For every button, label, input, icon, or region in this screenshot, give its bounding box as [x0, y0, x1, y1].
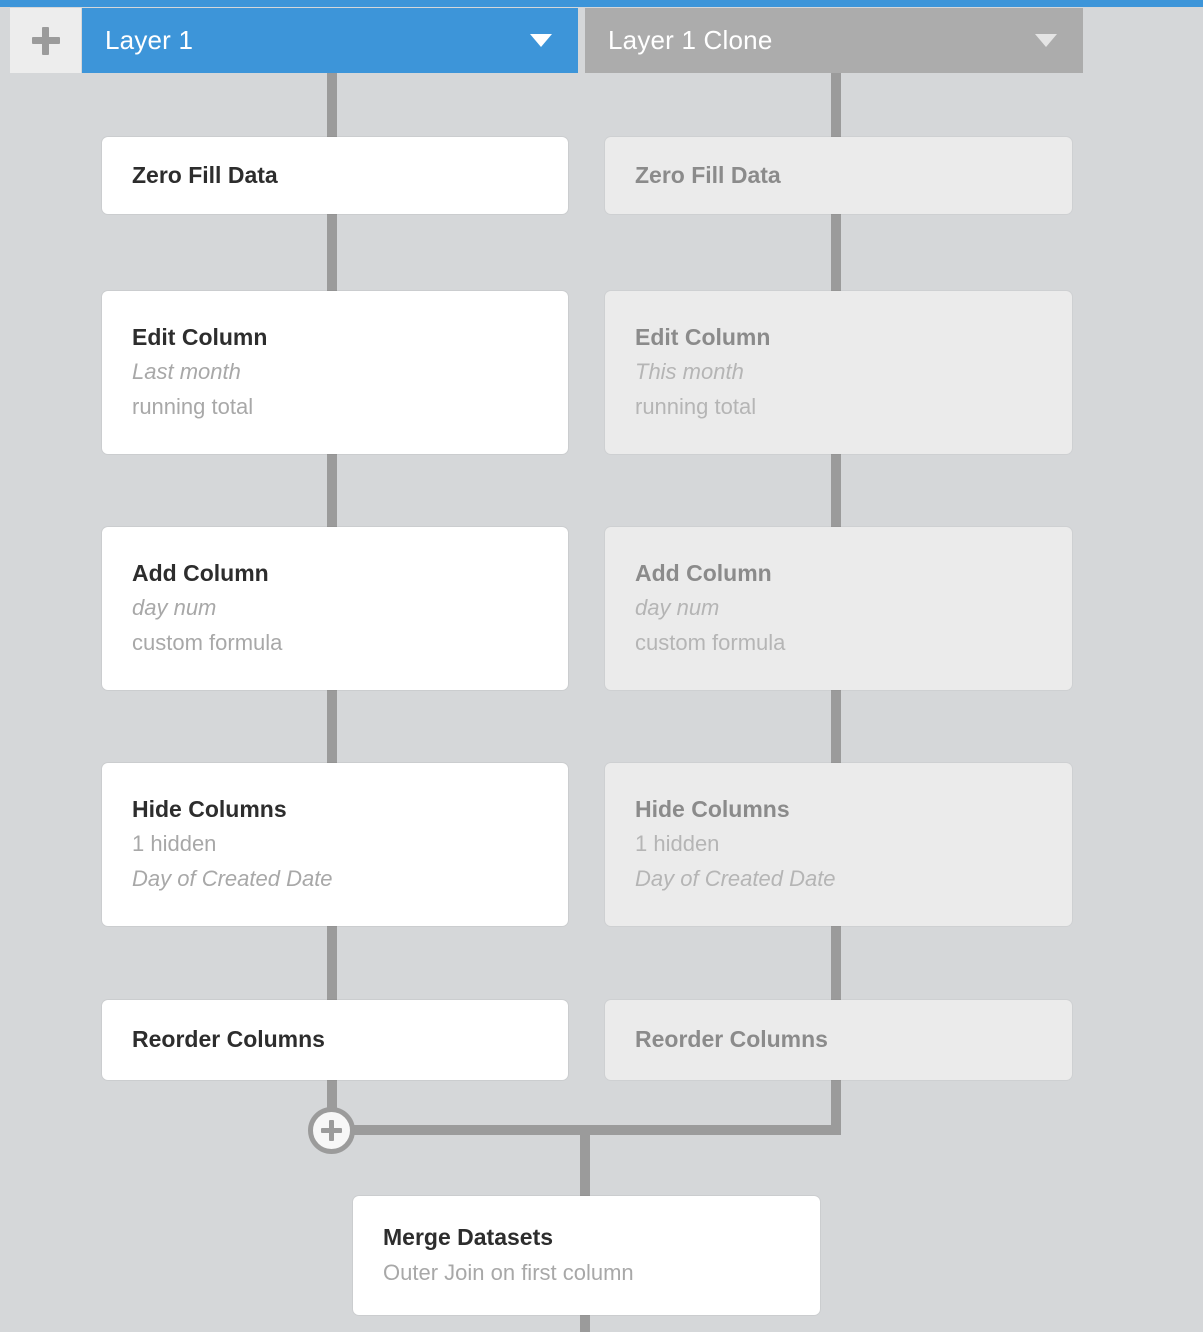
- node-title: Zero Fill Data: [635, 161, 781, 188]
- chevron-down-icon[interactable]: [1035, 34, 1057, 47]
- node-card-merge-datasets[interactable]: Merge Datasets Outer Join on first colum…: [353, 1196, 820, 1315]
- layer-tab-strip: Layer 1 Layer 1 Clone: [0, 7, 1203, 73]
- connector-right-step4-to-step5: [831, 921, 841, 1005]
- plus-icon: [31, 26, 60, 55]
- node-card-left-hide-columns[interactable]: Hide Columns 1 hidden Day of Created Dat…: [102, 763, 568, 926]
- connector-left-tab-to-step1: [327, 73, 337, 139]
- node-detail-primary: 1 hidden: [132, 830, 217, 856]
- node-title: Edit Column: [132, 323, 268, 350]
- connector-right-tab-to-step1: [831, 73, 841, 139]
- node-detail-secondary: Day of Created Date: [132, 866, 333, 892]
- node-detail-secondary: custom formula: [132, 630, 283, 656]
- chevron-down-icon[interactable]: [530, 34, 552, 47]
- node-detail-secondary: custom formula: [635, 630, 786, 656]
- node-detail-primary: day num: [635, 594, 720, 620]
- node-title: Hide Columns: [635, 795, 790, 822]
- add-merge-step-button[interactable]: [308, 1107, 355, 1154]
- tab-layer-1[interactable]: Layer 1: [82, 8, 578, 73]
- add-layer-button[interactable]: [10, 8, 81, 73]
- merge-bus-drop-to-merge: [580, 1128, 590, 1198]
- pipeline-canvas: Layer 1 Layer 1 Clone Zero Fill Data Edi…: [0, 0, 1203, 1332]
- tab-layer-1-clone-label: Layer 1 Clone: [608, 25, 773, 55]
- node-card-right-hide-columns[interactable]: Hide Columns 1 hidden Day of Created Dat…: [605, 763, 1072, 926]
- node-detail-secondary: running total: [132, 394, 254, 420]
- node-card-left-zero-fill-data[interactable]: Zero Fill Data: [102, 137, 568, 214]
- node-card-left-add-column[interactable]: Add Column day num custom formula: [102, 527, 568, 690]
- node-title: Hide Columns: [132, 795, 287, 822]
- node-detail-primary: 1 hidden: [635, 830, 720, 856]
- tab-layer-1-label: Layer 1: [105, 25, 194, 55]
- tab-layer-1-clone[interactable]: Layer 1 Clone: [585, 8, 1083, 73]
- node-card-left-edit-column[interactable]: Edit Column Last month running total: [102, 291, 568, 454]
- node-title: Merge Datasets: [383, 1224, 554, 1251]
- node-title: Zero Fill Data: [132, 161, 278, 188]
- connector-left-step3-to-step4: [327, 685, 337, 769]
- connector-left-step2-to-step3: [327, 450, 337, 534]
- connector-merge-output: [580, 1314, 590, 1332]
- node-title: Add Column: [132, 559, 269, 586]
- plus-in-circle-icon-vertical: [329, 1120, 334, 1141]
- node-card-left-reorder-columns[interactable]: Reorder Columns: [102, 1000, 568, 1080]
- node-detail-primary: day num: [132, 594, 217, 620]
- node-title: Add Column: [635, 559, 772, 586]
- connector-left-step1-to-step2: [327, 212, 337, 296]
- node-detail-primary: Last month: [132, 358, 241, 384]
- node-detail-primary: Outer Join on first column: [383, 1259, 634, 1285]
- top-accent-rule: [0, 0, 1203, 7]
- node-card-right-zero-fill-data[interactable]: Zero Fill Data: [605, 137, 1072, 214]
- connector-right-step1-to-step2: [831, 212, 841, 296]
- node-card-right-add-column[interactable]: Add Column day num custom formula: [605, 527, 1072, 690]
- merge-bus-horizontal: [350, 1125, 841, 1135]
- node-detail-secondary: Day of Created Date: [635, 866, 836, 892]
- node-detail-primary: This month: [635, 358, 744, 384]
- node-card-right-reorder-columns[interactable]: Reorder Columns: [605, 1000, 1072, 1080]
- node-title: Reorder Columns: [132, 1026, 325, 1053]
- node-title: Edit Column: [635, 323, 771, 350]
- connector-right-step3-to-step4: [831, 685, 841, 769]
- node-title: Reorder Columns: [635, 1026, 828, 1053]
- node-detail-secondary: running total: [635, 394, 757, 420]
- connector-left-step4-to-step5: [327, 921, 337, 1005]
- connector-right-step2-to-step3: [831, 450, 841, 534]
- node-card-right-edit-column[interactable]: Edit Column This month running total: [605, 291, 1072, 454]
